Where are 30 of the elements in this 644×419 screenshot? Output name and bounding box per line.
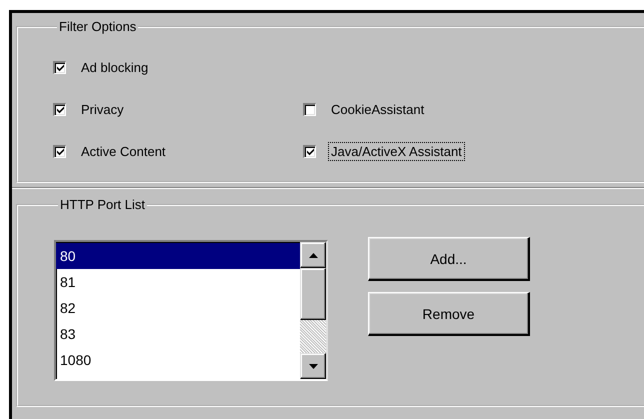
checkbox[interactable] (53, 144, 66, 158)
checkbox-label[interactable]: Java/ActiveX Assistant (328, 142, 465, 160)
checkbox[interactable] (303, 144, 316, 158)
scroll-down-button[interactable] (300, 353, 326, 379)
checkbox[interactable] (303, 102, 316, 116)
check-mark-icon (56, 105, 64, 114)
group-title: Filter Options (58, 19, 138, 35)
dialog-button[interactable]: Remove (368, 292, 530, 336)
scroll-up-button[interactable] (300, 242, 326, 268)
group-title: HTTP Port List (59, 197, 146, 213)
list-item[interactable]: 81 (56, 269, 300, 295)
checkbox-label[interactable]: Privacy (78, 100, 127, 118)
dialog-button[interactable]: Add... (368, 237, 530, 281)
list-item[interactable]: 82 (56, 295, 300, 321)
port-list[interactable]: 80 81 82 83 1080 (54, 240, 328, 381)
up-arrow-icon (308, 252, 318, 258)
check-mark-icon (306, 147, 314, 156)
check-mark-icon (56, 63, 64, 72)
checkbox-label[interactable]: Ad blocking (78, 58, 152, 76)
checkbox[interactable] (53, 60, 66, 74)
checkbox-label[interactable]: Active Content (78, 142, 169, 160)
checkbox-label[interactable]: CookieAssistant (328, 100, 428, 118)
down-arrow-icon (308, 364, 318, 368)
list-item[interactable]: 80 (56, 243, 300, 269)
check-mark-icon (56, 147, 64, 156)
checkbox[interactable] (53, 102, 66, 116)
list-item[interactable]: 83 (56, 321, 300, 347)
scrollbar[interactable] (300, 242, 326, 379)
list-item[interactable]: 1080 (56, 347, 300, 373)
scroll-thumb[interactable] (300, 268, 326, 320)
